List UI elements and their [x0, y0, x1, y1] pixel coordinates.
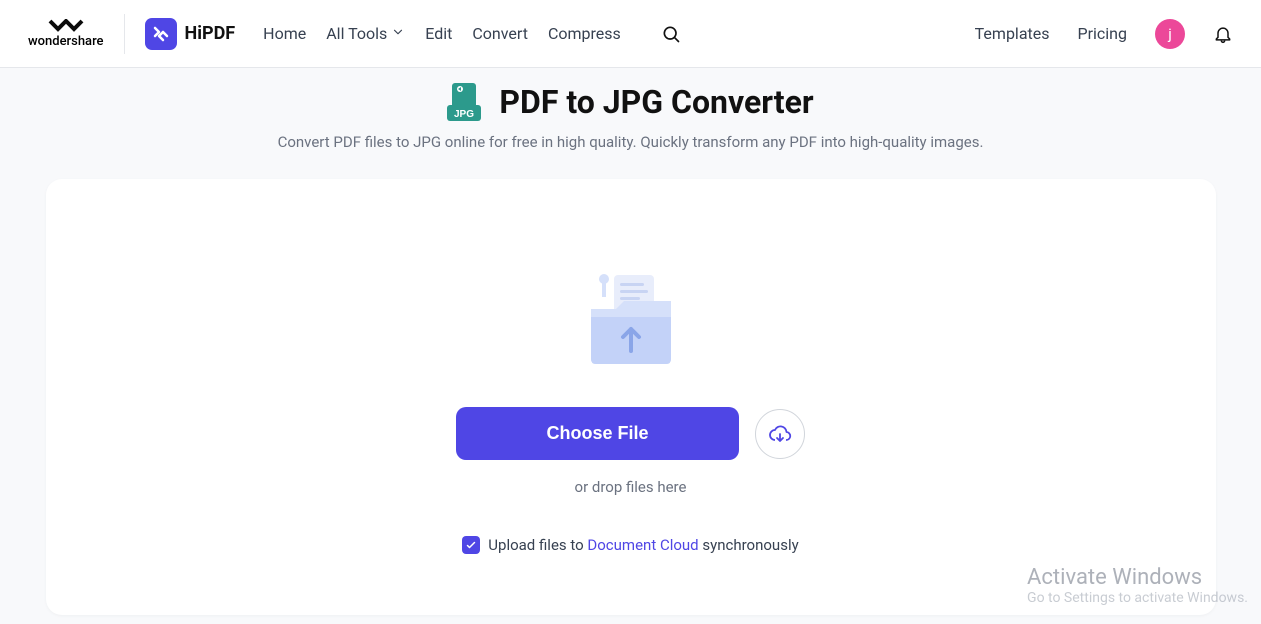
nav-pricing[interactable]: Pricing — [1078, 24, 1128, 43]
notifications-icon[interactable] — [1213, 24, 1233, 44]
main-nav: Home All Tools Edit Convert Compress — [263, 24, 681, 44]
nav-all-tools-label: All Tools — [326, 24, 387, 43]
upload-illustration — [66, 269, 1196, 369]
button-row: Choose File — [66, 407, 1196, 460]
choose-file-button[interactable]: Choose File — [456, 407, 738, 460]
nav-compress[interactable]: Compress — [548, 24, 621, 43]
drop-text: or drop files here — [66, 478, 1196, 496]
hipdf-text: HiPDF — [185, 23, 236, 44]
hipdf-brand[interactable]: HiPDF — [145, 18, 236, 50]
sync-suffix: synchronously — [699, 536, 799, 554]
nav-convert[interactable]: Convert — [472, 24, 528, 43]
wondershare-logo-icon — [48, 19, 84, 35]
hipdf-logo-icon — [145, 18, 177, 50]
jpg-file-icon: JPG — [447, 83, 481, 121]
page-title: PDF to JPG Converter — [499, 83, 813, 121]
nav-home[interactable]: Home — [263, 24, 306, 43]
search-icon[interactable] — [661, 24, 681, 44]
sync-prefix: Upload files to — [488, 536, 587, 554]
wondershare-text: wondershare — [28, 34, 104, 49]
wondershare-brand[interactable]: wondershare — [28, 19, 104, 49]
upload-card: Choose File or drop files here Upload fi… — [46, 179, 1216, 615]
main-content: JPG PDF to JPG Converter Convert PDF fil… — [0, 68, 1261, 624]
sync-checkbox[interactable] — [462, 536, 480, 554]
title-row: JPG PDF to JPG Converter — [0, 83, 1261, 121]
page-subtitle: Convert PDF files to JPG online for free… — [0, 133, 1261, 151]
top-header: wondershare HiPDF Home All Tools Edit Co… — [0, 0, 1261, 68]
nav-templates[interactable]: Templates — [975, 24, 1050, 43]
cloud-download-icon — [768, 422, 792, 446]
document-cloud-link[interactable]: Document Cloud — [587, 536, 698, 554]
cloud-import-button[interactable] — [755, 409, 805, 459]
brand-divider — [124, 14, 125, 54]
svg-text:JPG: JPG — [454, 109, 474, 120]
nav-all-tools[interactable]: All Tools — [326, 24, 405, 43]
chevron-down-icon — [391, 24, 405, 43]
sync-row: Upload files to Document Cloud synchrono… — [462, 536, 798, 554]
avatar[interactable]: j — [1155, 19, 1185, 49]
nav-edit[interactable]: Edit — [425, 24, 452, 43]
header-right: Templates Pricing j — [975, 19, 1233, 49]
